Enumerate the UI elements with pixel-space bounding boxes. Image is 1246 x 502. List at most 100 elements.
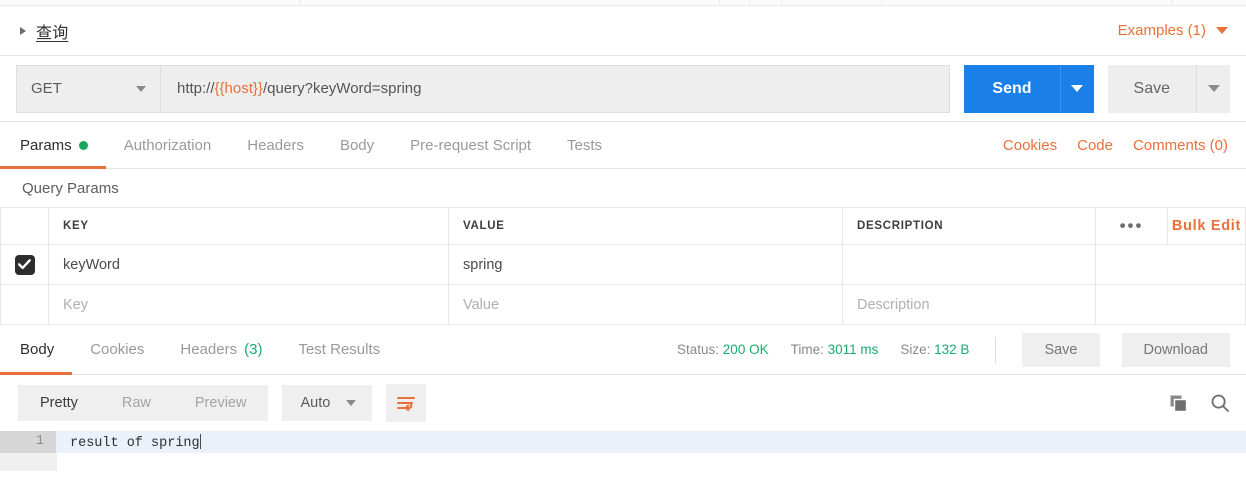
examples-dropdown[interactable]: Examples (1)	[1118, 22, 1228, 39]
tab-label: Params	[20, 137, 72, 154]
param-actions-cell-empty	[1096, 285, 1246, 325]
tab-headers[interactable]: Headers	[229, 122, 322, 168]
chevron-down-icon	[1071, 85, 1083, 92]
view-mode-segmented-control: Pretty Raw Preview	[18, 385, 268, 421]
tab-pre-request-script[interactable]: Pre-request Script	[392, 122, 549, 168]
response-body-viewer[interactable]: 1 result of spring	[0, 431, 1246, 471]
param-enabled-checkbox[interactable]	[15, 255, 35, 275]
response-tab-headers[interactable]: Headers (3)	[162, 325, 280, 374]
cookies-link[interactable]: Cookies	[1003, 137, 1057, 154]
line-number: 1	[0, 431, 56, 453]
view-mode-raw[interactable]: Raw	[100, 385, 173, 421]
param-enabled-cell	[1, 245, 49, 285]
param-value-cell[interactable]: spring	[449, 245, 843, 285]
code-link[interactable]: Code	[1077, 137, 1113, 154]
size-label: Size:	[900, 342, 930, 357]
table-row: Key Value Description	[1, 285, 1246, 325]
request-links: Cookies Code Comments (0)	[1003, 122, 1228, 168]
request-title-row: 查询 Examples (1)	[0, 6, 1246, 56]
column-header-checkbox	[1, 208, 49, 245]
param-actions-cell	[1096, 245, 1246, 285]
status-label: Status:	[677, 342, 719, 357]
url-variable: {{host}}	[215, 80, 263, 97]
bulk-edit-link[interactable]: Bulk Edit	[1168, 218, 1245, 234]
view-mode-pretty[interactable]: Pretty	[18, 385, 100, 421]
headers-count-badge: (3)	[244, 341, 262, 358]
format-select[interactable]: Auto	[282, 385, 372, 421]
url-input[interactable]: http://{{host}}/query?keyWord=spring	[160, 65, 950, 113]
tab-label: Test Results	[298, 341, 380, 358]
chevron-down-icon	[136, 86, 146, 92]
response-meta: Status: 200 OK Time: 3011 ms Size: 132 B…	[677, 325, 1230, 374]
param-enabled-cell-empty[interactable]	[1, 285, 49, 325]
param-description-cell-empty[interactable]: Description	[843, 285, 1096, 325]
param-description-placeholder: Description	[857, 297, 930, 313]
size-group: Size: 132 B	[900, 342, 969, 357]
copy-icon[interactable]	[1169, 394, 1188, 413]
time-group: Time: 3011 ms	[791, 342, 879, 357]
chevron-down-icon	[346, 400, 356, 406]
column-header-value: VALUE	[449, 208, 843, 245]
param-value-value: spring	[463, 257, 503, 273]
request-title: 查询	[36, 19, 68, 43]
send-button[interactable]: Send	[964, 65, 1059, 113]
param-description-cell[interactable]	[843, 245, 1096, 285]
query-params-table: KEY VALUE DESCRIPTION ••• Bulk Edit	[0, 207, 1246, 325]
chevron-down-icon	[1208, 85, 1220, 92]
collapse-triangle-icon[interactable]	[20, 27, 26, 35]
column-header-key: KEY	[49, 208, 449, 245]
tab-label: Body	[340, 137, 374, 154]
send-options-button[interactable]	[1060, 65, 1094, 113]
size-value: 132 B	[934, 342, 969, 357]
tab-body[interactable]: Body	[322, 122, 392, 168]
tab-label: Pre-request Script	[410, 137, 531, 154]
save-options-button[interactable]	[1196, 65, 1230, 113]
param-key-cell-empty[interactable]: Key	[49, 285, 449, 325]
table-row: keyWord spring	[1, 245, 1246, 285]
examples-label: Examples (1)	[1118, 22, 1206, 39]
url-bar-row: GET http://{{host}}/query?keyWord=spring…	[0, 56, 1246, 122]
request-tab-bar: Params Authorization Headers Body Pre-re…	[0, 122, 1246, 169]
send-button-group: Send	[964, 65, 1093, 113]
comments-link[interactable]: Comments (0)	[1133, 137, 1228, 154]
tab-label: Body	[20, 341, 54, 358]
table-header-row: KEY VALUE DESCRIPTION ••• Bulk Edit	[1, 208, 1246, 245]
line-text: result of spring	[70, 436, 200, 451]
download-response-button[interactable]: Download	[1122, 333, 1231, 367]
more-options-icon[interactable]: •••	[1096, 208, 1168, 244]
response-body-toolbar: Pretty Raw Preview Auto	[0, 375, 1246, 431]
word-wrap-button[interactable]	[386, 384, 426, 422]
url-prefix: http://	[177, 80, 215, 97]
status-value: 200 OK	[723, 342, 769, 357]
save-response-button[interactable]: Save	[1022, 333, 1099, 367]
view-mode-preview[interactable]: Preview	[173, 385, 269, 421]
url-suffix: /query?keyWord=spring	[263, 80, 422, 97]
text-cursor	[200, 434, 202, 449]
tab-label: Headers	[180, 341, 237, 358]
chevron-down-icon	[1216, 27, 1228, 34]
line-number-gutter-empty	[0, 453, 56, 471]
tab-label: Headers	[247, 137, 304, 154]
column-header-description: DESCRIPTION	[843, 208, 1096, 245]
response-tab-cookies[interactable]: Cookies	[72, 325, 162, 374]
param-value-cell-empty[interactable]: Value	[449, 285, 843, 325]
param-key-cell[interactable]: keyWord	[49, 245, 449, 285]
body-toolbar-icons	[1169, 393, 1230, 413]
code-empty-area	[0, 453, 1246, 471]
tab-params[interactable]: Params	[0, 122, 106, 168]
tab-label: Tests	[567, 137, 602, 154]
http-method-label: GET	[31, 80, 136, 97]
divider	[995, 337, 996, 363]
param-value-placeholder: Value	[463, 297, 499, 313]
param-key-placeholder: Key	[63, 297, 88, 313]
tab-tests[interactable]: Tests	[549, 122, 620, 168]
search-icon[interactable]	[1210, 393, 1230, 413]
http-method-select[interactable]: GET	[16, 65, 160, 113]
tab-authorization[interactable]: Authorization	[106, 122, 230, 168]
tab-label: Authorization	[124, 137, 212, 154]
response-tab-test-results[interactable]: Test Results	[280, 325, 398, 374]
save-request-button[interactable]: Save	[1108, 65, 1196, 113]
response-tab-body[interactable]: Body	[0, 325, 72, 374]
time-value: 3011 ms	[828, 342, 879, 357]
column-header-actions: ••• Bulk Edit	[1096, 208, 1246, 245]
